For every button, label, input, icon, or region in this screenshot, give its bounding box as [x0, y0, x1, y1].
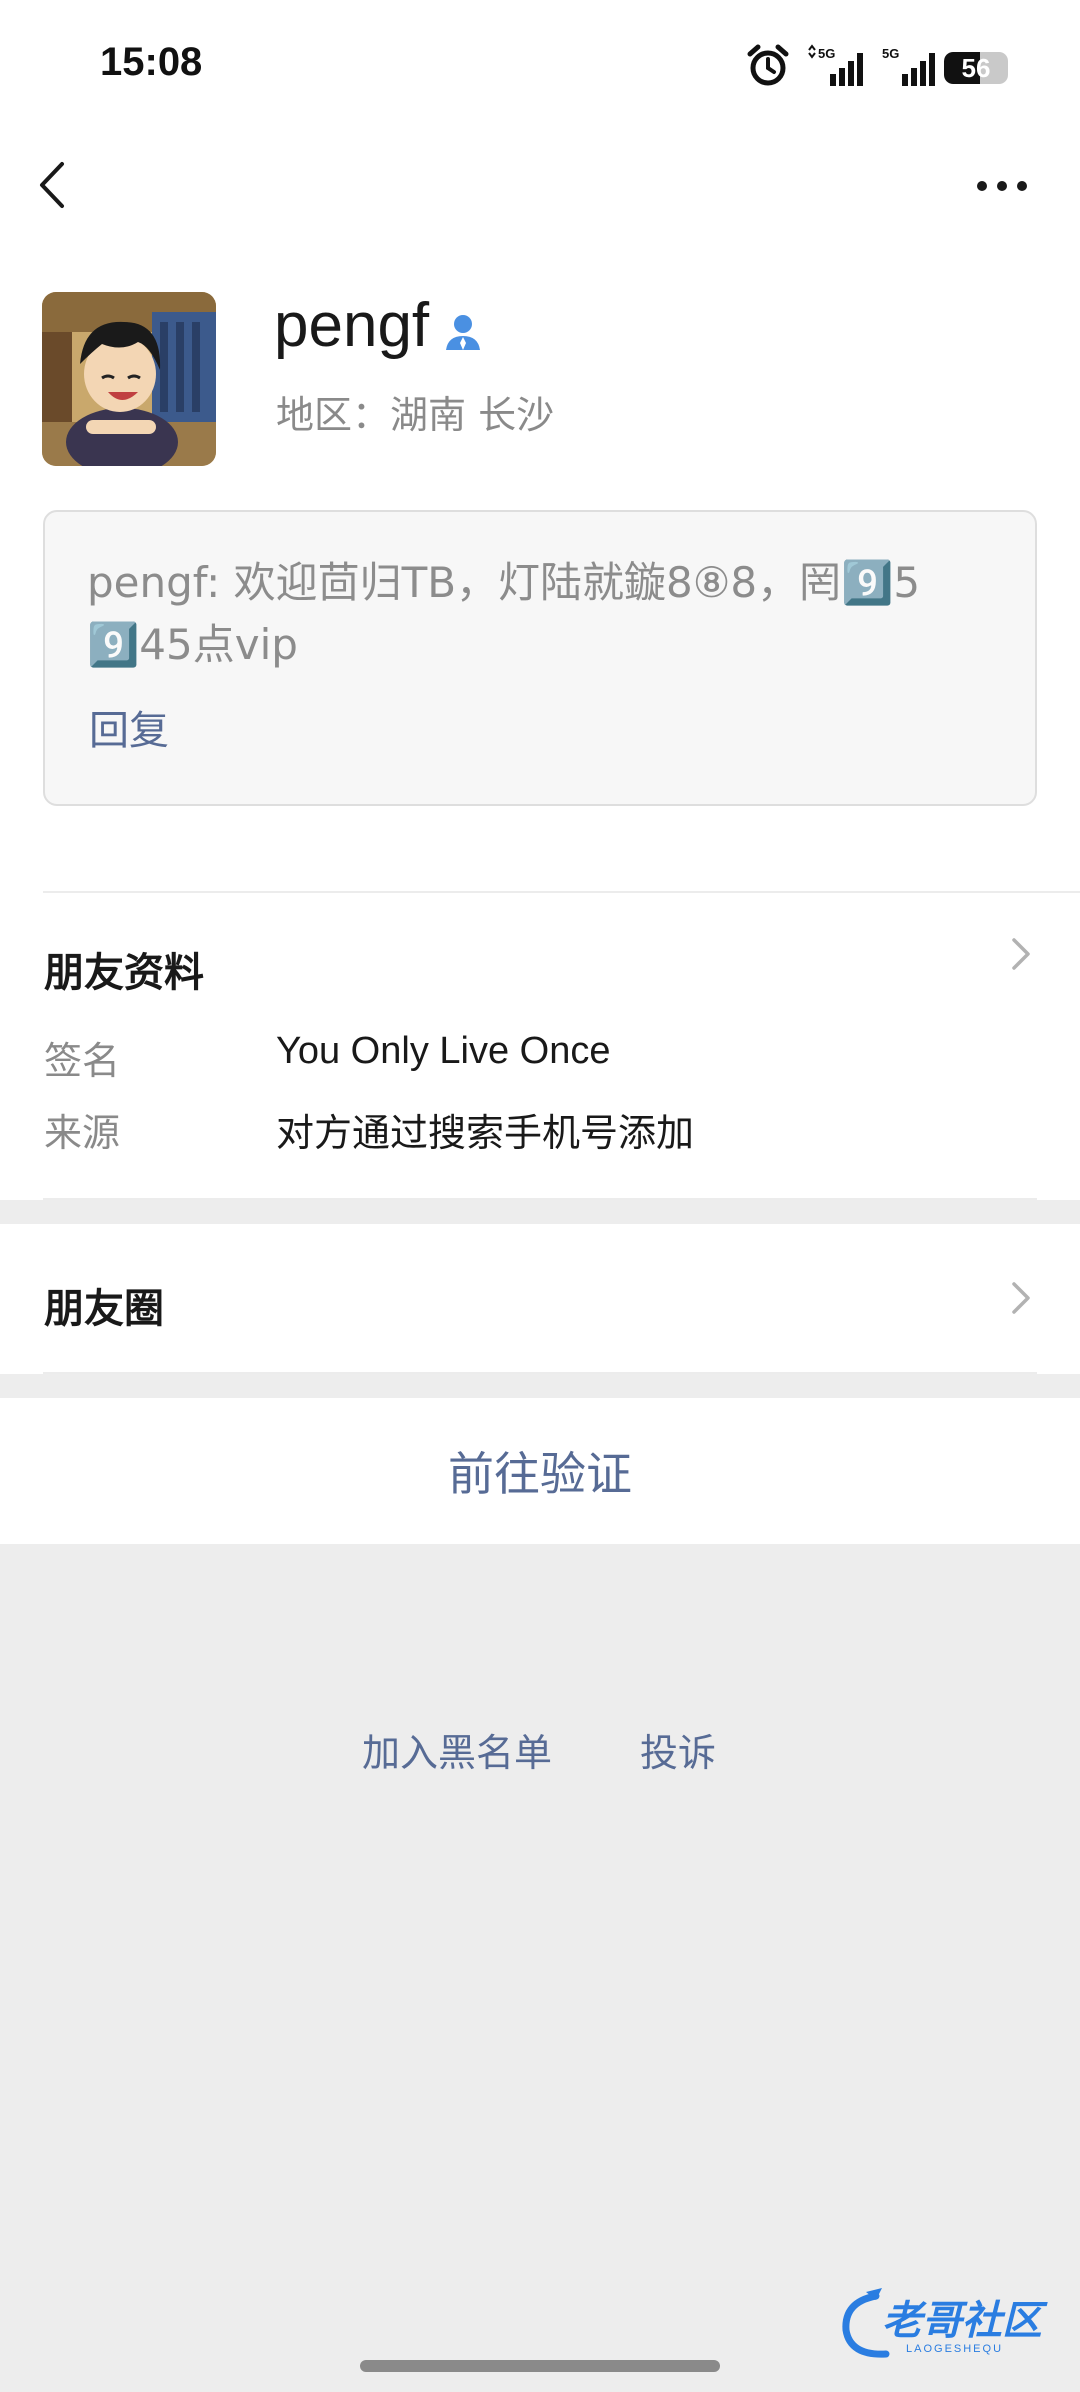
- battery-icon: 56: [944, 52, 1008, 84]
- go-verify-button[interactable]: 前往验证: [0, 1398, 1080, 1544]
- user-verified-icon: [446, 315, 480, 350]
- battery-level: 56: [961, 53, 991, 83]
- source-label: 来源: [44, 1111, 121, 1155]
- greeting-message-card: pengf: 欢迎茴归TB，灯陆就鏇8⑧8，罔9️⃣5 9️⃣45点vip 回复: [43, 510, 1037, 806]
- signature-label: 签名: [44, 1039, 121, 1083]
- watermark-text: 老哥社区: [882, 2298, 1048, 2344]
- source-value: 对方通过搜索手机号添加: [276, 1111, 695, 1155]
- avatar-image: [42, 292, 216, 466]
- region-text: 地区：湖南 长沙: [276, 393, 555, 437]
- signal-5g-icon: 5G: [808, 44, 863, 86]
- signature-value: You Only Live Once: [276, 1030, 611, 1072]
- more-options-icon[interactable]: [970, 166, 1034, 206]
- network-1-label: 5G: [818, 46, 835, 61]
- signal-5g-icon: 5G: [882, 46, 935, 86]
- reply-link[interactable]: 回复: [89, 698, 169, 756]
- status-time: 15:08: [100, 40, 203, 84]
- watermark-subtext: LAOGESHEQU: [906, 2343, 1003, 2355]
- friend-info-row[interactable]: 朋友资料: [0, 892, 1080, 996]
- avatar[interactable]: [42, 292, 216, 466]
- report-link[interactable]: 投诉: [640, 1722, 716, 1777]
- alarm-icon: [747, 44, 789, 86]
- chevron-right-icon: [1012, 938, 1030, 970]
- moments-row[interactable]: 朋友圈: [0, 1224, 1080, 1374]
- nickname: pengf: [274, 291, 430, 360]
- add-to-blacklist-link[interactable]: 加入黑名单: [362, 1722, 552, 1777]
- moments-title: 朋友圈: [44, 1286, 164, 1332]
- status-bar: 15:08 5G 5G 56: [0, 0, 1080, 134]
- chevron-right-icon: [1012, 1282, 1030, 1314]
- friend-info-title: 朋友资料: [44, 950, 204, 996]
- section-gap: [0, 1200, 1080, 1224]
- greeting-message-text: pengf: 欢迎茴归TB，灯陆就鏇8⑧8，罔9️⃣5 9️⃣45点vip: [87, 558, 921, 669]
- back-arrow-icon[interactable]: [30, 150, 80, 220]
- watermark-logo: 老哥社区 LAOGESHEQU: [842, 2288, 1048, 2358]
- home-indicator[interactable]: [360, 2360, 720, 2372]
- network-2-label: 5G: [882, 46, 899, 61]
- section-gap: [0, 1374, 1080, 1398]
